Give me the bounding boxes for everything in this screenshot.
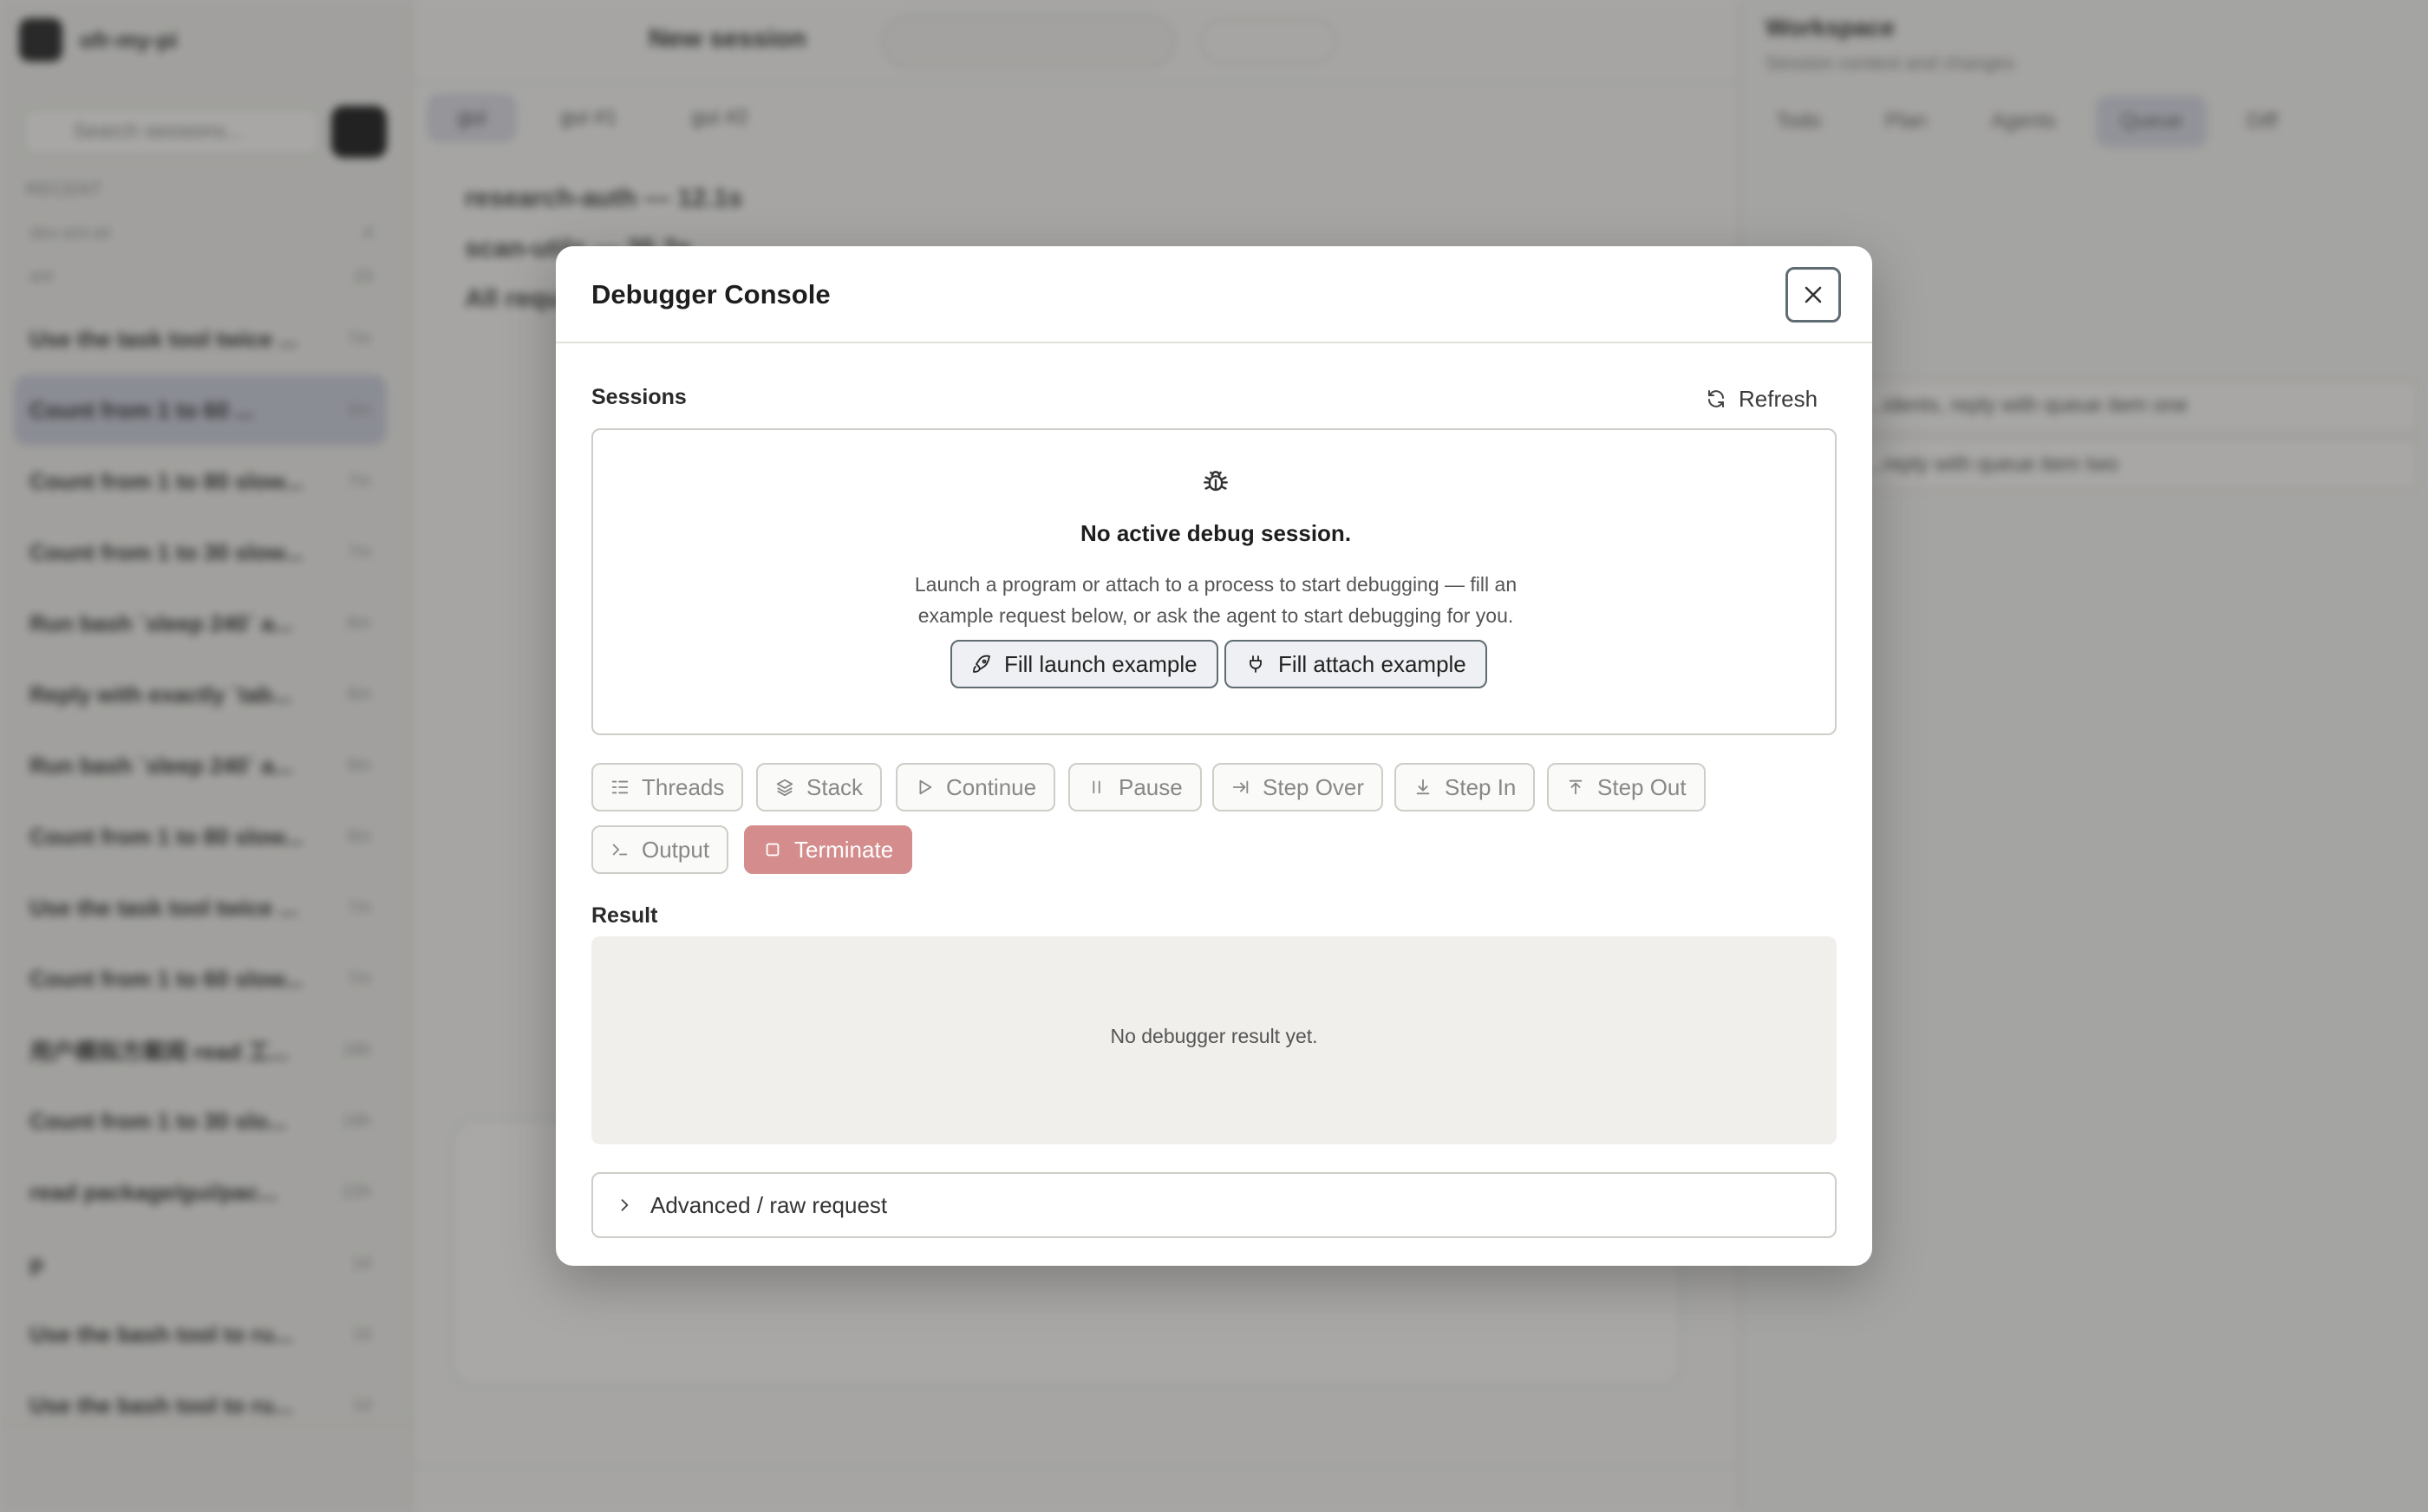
output-label: Output	[642, 836, 710, 863]
fill-launch-example-button[interactable]: Fill launch example	[950, 640, 1218, 688]
step-in-icon	[1416, 779, 1430, 795]
step-out-icon	[1569, 779, 1583, 795]
sessions-empty-state: No active debug session. Launch a progra…	[591, 428, 1837, 735]
close-icon	[1805, 286, 1822, 303]
fill-launch-label: Fill launch example	[1004, 650, 1198, 677]
continue-button[interactable]: Continue	[896, 763, 1056, 811]
pause-icon	[1093, 780, 1100, 794]
step-over-button[interactable]: Step Over	[1212, 763, 1384, 811]
step-out-button[interactable]: Step Out	[1547, 763, 1706, 811]
bug-icon	[1204, 471, 1228, 492]
terminal-icon	[612, 844, 628, 856]
terminate-label: Terminate	[794, 836, 894, 863]
refresh-button[interactable]: Refresh	[1706, 381, 1818, 416]
result-panel: No debugger result yet.	[591, 936, 1837, 1144]
result-empty-text: No debugger result yet.	[1110, 1025, 1318, 1047]
continue-label: Continue	[946, 773, 1037, 800]
stack-label: Stack	[806, 773, 864, 800]
empty-state-description: Launch a program or attach to a process …	[914, 573, 1518, 627]
list-tree-icon	[611, 780, 629, 794]
threads-button[interactable]: Threads	[591, 763, 744, 811]
chevron-right-icon	[621, 1199, 629, 1211]
dialog-title: Debugger Console	[591, 279, 831, 310]
step-over-label: Step Over	[1263, 773, 1365, 800]
fill-attach-example-button[interactable]: Fill attach example	[1224, 640, 1487, 688]
stop-icon	[766, 843, 780, 857]
debugger-console-dialog: Debugger Console Sessions Refresh No act…	[556, 246, 1872, 1266]
result-label: Result	[591, 903, 658, 928]
dialog-header: Debugger Console	[556, 246, 1872, 343]
layers-icon	[776, 779, 793, 797]
stack-button[interactable]: Stack	[756, 763, 883, 811]
advanced-raw-request-toggle[interactable]: Advanced / raw request	[591, 1172, 1837, 1238]
refresh-icon	[1708, 390, 1724, 407]
pause-button[interactable]: Pause	[1068, 763, 1202, 811]
close-button[interactable]	[1785, 267, 1841, 323]
output-button[interactable]: Output	[591, 825, 729, 874]
step-in-button[interactable]: Step In	[1394, 763, 1536, 811]
step-over-icon	[1232, 780, 1249, 794]
threads-label: Threads	[642, 773, 725, 800]
plug-icon	[1250, 655, 1262, 673]
fill-attach-label: Fill attach example	[1278, 650, 1466, 677]
pause-label: Pause	[1119, 773, 1183, 800]
refresh-label: Refresh	[1739, 385, 1818, 412]
step-out-label: Step Out	[1597, 773, 1687, 800]
rocket-icon	[973, 655, 990, 673]
empty-state-title: No active debug session.	[1080, 520, 1352, 546]
advanced-label: Advanced / raw request	[650, 1191, 888, 1218]
step-in-label: Step In	[1445, 773, 1517, 800]
play-icon	[919, 779, 932, 795]
terminate-button[interactable]: Terminate	[744, 825, 913, 874]
sessions-label: Sessions	[591, 385, 687, 409]
